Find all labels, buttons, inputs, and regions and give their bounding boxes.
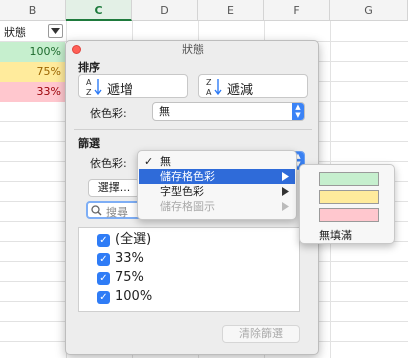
- menu-item-font-color[interactable]: 字型色彩: [139, 184, 295, 199]
- list-item-label: 100%: [115, 289, 153, 304]
- menu-item-cell-color[interactable]: 儲存格色彩: [139, 169, 295, 184]
- svg-text:A: A: [86, 78, 92, 87]
- section-divider: [74, 129, 312, 130]
- dialog-title: 狀態: [182, 43, 204, 56]
- checkbox-checked-icon[interactable]: ✓: [97, 272, 110, 285]
- sort-heading: 排序: [78, 61, 100, 74]
- checkbox-checked-icon[interactable]: ✓: [97, 291, 110, 304]
- column-header-b[interactable]: B: [0, 0, 66, 21]
- svg-text:A: A: [206, 88, 212, 97]
- sort-by-color-label: 依色彩:: [90, 107, 127, 120]
- column-header-c[interactable]: C: [66, 0, 132, 21]
- submenu-arrow-icon: [282, 172, 289, 181]
- filter-value-list[interactable]: ✓ (全選) ✓ 33% ✓ 75% ✓ 100%: [78, 227, 300, 312]
- list-item[interactable]: ✓ 33%: [97, 251, 287, 268]
- no-fill-option[interactable]: 無填滿: [319, 227, 352, 243]
- header-cell-label: 狀態: [4, 26, 26, 39]
- filter-by-color-label: 依色彩:: [90, 157, 127, 170]
- sort-color-value: 無: [159, 105, 170, 118]
- list-item-label: 75%: [115, 270, 144, 285]
- cell-color-submenu: 無填滿: [299, 164, 395, 244]
- select-arrows-icon: ▲ ▼: [292, 103, 304, 120]
- cell-value[interactable]: 33%: [0, 82, 65, 102]
- svg-text:Z: Z: [206, 78, 212, 87]
- checkbox-checked-icon[interactable]: ✓: [97, 234, 110, 247]
- column-header-f[interactable]: F: [264, 0, 330, 21]
- close-button[interactable]: [72, 45, 81, 54]
- sort-ascending-button[interactable]: A Z 遞增: [78, 74, 188, 98]
- choose-button[interactable]: 選擇...: [88, 179, 140, 197]
- column-header-d[interactable]: D: [132, 0, 198, 21]
- menu-item-label: 儲存格圖示: [160, 200, 215, 213]
- column-header-e[interactable]: E: [198, 0, 264, 21]
- column-header-g[interactable]: G: [330, 0, 408, 21]
- cell-value[interactable]: 75%: [0, 62, 65, 82]
- list-item[interactable]: ✓ (全選): [97, 232, 287, 249]
- filter-heading: 篩選: [78, 137, 100, 150]
- header-cell-status[interactable]: 狀態: [0, 21, 66, 41]
- search-placeholder: 搜尋: [106, 206, 128, 219]
- clear-filter-button[interactable]: 清除篩選: [222, 325, 300, 343]
- sort-ascending-icon: A Z: [86, 78, 102, 97]
- sort-descending-label: 遞減: [227, 83, 254, 98]
- sort-descending-icon: Z A: [206, 78, 222, 97]
- checkmark-icon: ✓: [144, 155, 154, 168]
- list-item-label: (全選): [115, 232, 152, 247]
- color-swatch-green[interactable]: [319, 172, 379, 186]
- list-item[interactable]: ✓ 75%: [97, 270, 287, 287]
- search-icon: [91, 205, 102, 216]
- sort-descending-button[interactable]: Z A 遞減: [198, 74, 308, 98]
- filter-color-menu: ✓ 無 儲存格色彩 字型色彩 儲存格圖示: [137, 150, 297, 220]
- submenu-arrow-icon: [282, 202, 289, 211]
- svg-text:Z: Z: [86, 88, 92, 97]
- list-item-label: 33%: [115, 251, 144, 266]
- menu-item-cell-icon: 儲存格圖示: [139, 199, 295, 214]
- color-swatch-red[interactable]: [319, 208, 379, 222]
- sort-ascending-label: 遞增: [107, 83, 134, 98]
- submenu-arrow-icon: [282, 187, 289, 196]
- filter-arrow-icon: [51, 28, 60, 34]
- sort-color-select[interactable]: 無 ▲ ▼: [152, 102, 305, 121]
- checkbox-checked-icon[interactable]: ✓: [97, 253, 110, 266]
- menu-item-label: 字型色彩: [160, 185, 204, 198]
- menu-item-label: 無: [160, 155, 171, 168]
- menu-item-label: 儲存格色彩: [160, 170, 215, 183]
- color-swatch-yellow[interactable]: [319, 190, 379, 204]
- filter-dropdown-button[interactable]: [48, 24, 63, 38]
- menu-item-none[interactable]: ✓ 無: [139, 154, 295, 169]
- list-item[interactable]: ✓ 100%: [97, 289, 287, 306]
- cell-value[interactable]: 100%: [0, 42, 65, 62]
